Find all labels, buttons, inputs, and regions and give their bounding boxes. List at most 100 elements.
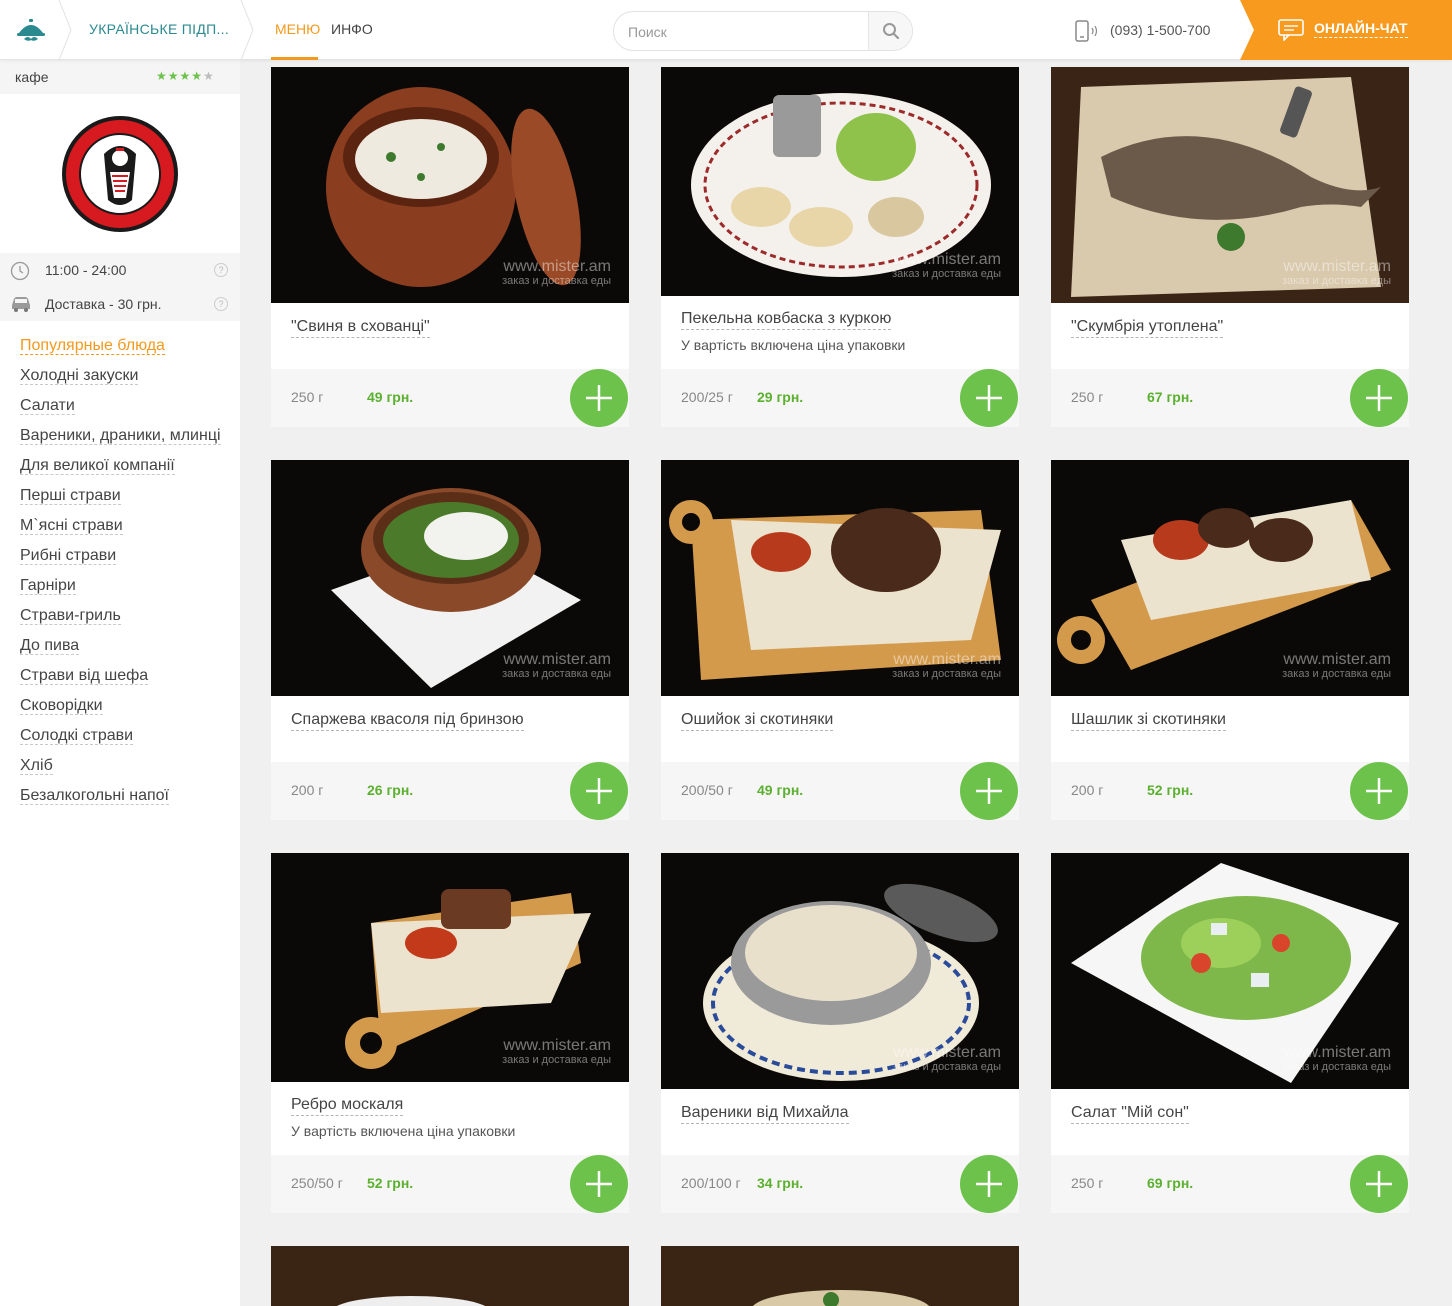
dish-price: 34 грн. xyxy=(757,1175,804,1191)
dish-card xyxy=(661,1246,1019,1306)
plus-icon xyxy=(586,778,612,804)
category-item[interactable]: Солодкі страви xyxy=(20,727,221,757)
dish-photo[interactable]: www.mister.am заказ и доставка еды xyxy=(271,460,629,696)
rating-stars: ★★★★★ xyxy=(156,69,215,83)
help-icon[interactable]: ? xyxy=(214,297,228,311)
add-to-cart-button[interactable] xyxy=(960,1155,1018,1213)
dish-photo[interactable]: www.mister.am заказ и доставка еды xyxy=(271,853,629,1082)
add-to-cart-button[interactable] xyxy=(960,762,1018,820)
dish-card: www.mister.am заказ и доставка еды Варени… xyxy=(661,853,1019,1213)
plus-icon xyxy=(1366,385,1392,411)
dish-photo[interactable] xyxy=(661,1246,1019,1306)
dish-weight: 200 г xyxy=(291,782,324,798)
dish-price: 52 грн. xyxy=(1147,782,1194,798)
category-item[interactable]: Хліб xyxy=(20,757,221,787)
breadcrumb-separator-icon xyxy=(58,0,72,60)
dish-photo[interactable]: www.mister.am заказ и доставка еды xyxy=(661,67,1019,296)
dish-note: У вартість включена ціна упаковки xyxy=(681,337,906,353)
tab-menu[interactable]: МЕНЮ xyxy=(275,21,320,37)
dish-photo[interactable]: www.mister.am заказ и доставка еды xyxy=(1051,67,1409,303)
phone-number[interactable]: (093) 1-500-700 xyxy=(1110,22,1210,38)
opening-hours: 11:00 - 24:00 xyxy=(45,262,127,278)
plus-icon xyxy=(976,778,1002,804)
dish-photo[interactable]: www.mister.am заказ и доставка еды xyxy=(1051,460,1409,696)
dish-name[interactable]: Ребро москаля xyxy=(291,1096,404,1116)
category-item[interactable]: До пива xyxy=(20,637,221,667)
category-item[interactable]: Салати xyxy=(20,397,221,427)
plus-icon xyxy=(1366,778,1392,804)
dish-name[interactable]: Ошийок зі скотиняки xyxy=(681,711,834,731)
category-item[interactable]: Популярные блюда xyxy=(20,337,221,367)
top-header: УКРАЇНСЬКЕ ПІДП... МЕНЮ ИНФО (093) 1-500… xyxy=(0,0,1452,60)
category-item[interactable]: Холодні закуски xyxy=(20,367,221,397)
dish-photo[interactable] xyxy=(271,1246,629,1306)
search-button[interactable] xyxy=(868,12,912,50)
site-logo-icon[interactable] xyxy=(0,0,62,60)
dish-name[interactable]: Вареники від Михайла xyxy=(681,1104,849,1124)
search-input[interactable] xyxy=(628,21,858,43)
dish-card: www.mister.am заказ и доставка еды Ошийок… xyxy=(661,460,1019,820)
add-to-cart-button[interactable] xyxy=(960,369,1018,427)
dish-footer: 200 г 26 грн. xyxy=(271,762,629,820)
watermark: www.mister.am заказ и доставка еды xyxy=(1282,258,1391,287)
dish-card: www.mister.am заказ и доставка еды Ребро … xyxy=(271,853,629,1213)
restaurant-name-breadcrumb[interactable]: УКРАЇНСЬКЕ ПІДП... xyxy=(89,21,229,37)
add-to-cart-button[interactable] xyxy=(570,369,628,427)
category-item[interactable]: Гарніри xyxy=(20,577,221,607)
dish-card: www.mister.am заказ и доставка еды Пекель… xyxy=(661,67,1019,427)
add-to-cart-button[interactable] xyxy=(570,1155,628,1213)
dish-card: www.mister.am заказ и доставка еды Спарже… xyxy=(271,460,629,820)
dish-footer: 200/100 г 34 грн. xyxy=(661,1155,1019,1213)
dish-weight: 250 г xyxy=(1071,389,1104,405)
dish-card: www.mister.am заказ и доставка еды Салат … xyxy=(1051,853,1409,1213)
category-item[interactable]: Безалкогольні напої xyxy=(20,787,221,817)
restaurant-logo xyxy=(60,114,180,239)
plus-icon xyxy=(586,1171,612,1197)
sidebar: кафе ★★★★★ 11:00 - 24:00 ? Доставка - 30… xyxy=(0,60,240,1306)
dish-name[interactable]: Салат "Мій сон" xyxy=(1071,1104,1189,1124)
chat-icon xyxy=(1278,19,1304,41)
category-item[interactable]: Сковорідки xyxy=(20,697,221,727)
dish-photo[interactable]: www.mister.am заказ и доставка еды xyxy=(661,853,1019,1089)
online-chat-button[interactable]: ОНЛАЙН-ЧАТ xyxy=(1240,0,1452,60)
category-item[interactable]: Рибні страви xyxy=(20,547,221,577)
dish-price: 29 грн. xyxy=(757,389,804,405)
dish-name[interactable]: Спаржева квасоля під бринзою xyxy=(291,711,524,731)
dish-footer: 200/50 г 49 грн. xyxy=(661,762,1019,820)
category-item[interactable]: М`ясні страви xyxy=(20,517,221,547)
phone-icon xyxy=(1075,20,1098,42)
category-list: Популярные блюда Холодні закуски Салати … xyxy=(20,337,221,817)
category-item[interactable]: Для великої компанії xyxy=(20,457,221,487)
delivery-row: Доставка - 30 грн. ? xyxy=(0,287,240,321)
dish-name[interactable]: Пекельна ковбаска з куркою xyxy=(681,310,892,330)
category-item[interactable]: Вареники, драники, млинці xyxy=(20,427,221,457)
dish-footer: 250 г 69 грн. xyxy=(1051,1155,1409,1213)
watermark: www.mister.am заказ и доставка еды xyxy=(892,251,1001,280)
dish-photo[interactable]: www.mister.am заказ и доставка еды xyxy=(661,460,1019,696)
plus-icon xyxy=(976,1171,1002,1197)
sidebar-meta: кафе ★★★★★ xyxy=(0,60,240,94)
add-to-cart-button[interactable] xyxy=(570,762,628,820)
category-item[interactable]: Страви від шефа xyxy=(20,667,221,697)
add-to-cart-button[interactable] xyxy=(1350,369,1408,427)
dish-footer: 200/25 г 29 грн. xyxy=(661,369,1019,427)
tab-info[interactable]: ИНФО xyxy=(331,21,373,37)
watermark: www.mister.am заказ и доставка еды xyxy=(1282,1044,1391,1073)
dish-price: 26 грн. xyxy=(367,782,414,798)
dish-photo[interactable]: www.mister.am заказ и доставка еды xyxy=(1051,853,1409,1089)
dish-name[interactable]: "Свиня в схованці" xyxy=(291,318,430,338)
car-icon xyxy=(12,297,30,312)
dish-weight: 250/50 г xyxy=(291,1175,343,1191)
add-to-cart-button[interactable] xyxy=(1350,1155,1408,1213)
watermark: www.mister.am заказ и доставка еды xyxy=(892,651,1001,680)
add-to-cart-button[interactable] xyxy=(1350,762,1408,820)
dish-name[interactable]: "Скумбрія утоплена" xyxy=(1071,318,1224,338)
star-empty-icon: ★ xyxy=(203,69,215,83)
dish-photo[interactable]: www.mister.am заказ и доставка еды xyxy=(271,67,629,303)
dish-name[interactable]: Шашлик зі скотиняки xyxy=(1071,711,1226,731)
dish-weight: 200/100 г xyxy=(681,1175,741,1191)
help-icon[interactable]: ? xyxy=(214,263,228,277)
category-item[interactable]: Страви-гриль xyxy=(20,607,221,637)
dish-weight: 200/50 г xyxy=(681,782,733,798)
category-item[interactable]: Перші страви xyxy=(20,487,221,517)
